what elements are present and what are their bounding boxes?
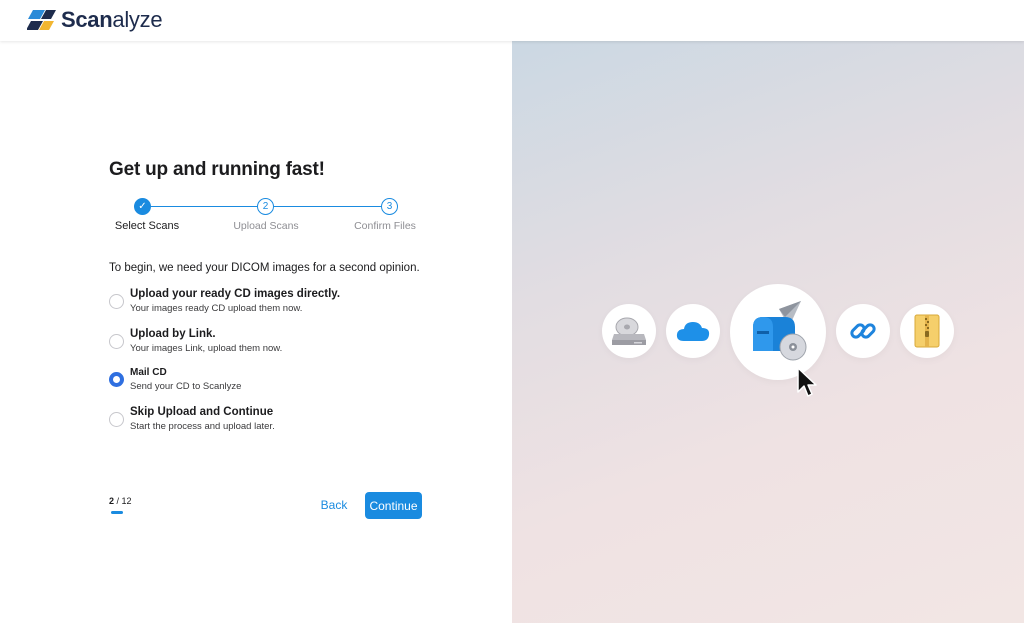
back-button[interactable]: Back [314,493,354,517]
page-counter: 2 / 12 [109,496,132,506]
radio-upload-link[interactable] [109,334,124,349]
step-connector-2 [274,206,382,207]
zip-folder-icon [900,304,954,358]
option-title: Skip Upload and Continue [130,406,274,418]
onboarding-panel: Get up and running fast! ✓ 2 3 Select Sc… [0,41,512,623]
step-1-label: Select Scans [114,220,180,232]
top-bar: Scanalyze [0,0,1024,41]
brand-name: Scanalyze [61,7,163,32]
page-title: Get up and running fast! [109,159,325,180]
step-2-label: Upload Scans [233,220,299,232]
link-icon [836,304,890,358]
intro-text: To begin, we need your DICOM images for … [109,262,420,274]
option-title: Upload your ready CD images directly. [130,288,341,300]
option-skip-upload[interactable]: Skip Upload and Continue Start the proce… [109,406,439,440]
radio-mail-cd[interactable] [109,372,124,387]
option-upload-cd[interactable]: Upload your ready CD images directly. Yo… [109,288,439,322]
step-3-dot[interactable]: 3 [381,198,398,215]
option-mail-cd[interactable]: Mail CD Send your CD to Scanlyze [109,366,439,400]
cloud-icon [666,304,720,358]
radio-skip-upload[interactable] [109,412,124,427]
stepper: ✓ 2 3 Select Scans Upload Scans Confirm … [109,198,419,238]
logo-icon [27,10,56,30]
cd-drive-icon [602,304,656,358]
step-2-dot[interactable]: 2 [257,198,274,215]
option-subtitle: Your images Link, upload them now. [130,343,283,354]
brand-logo[interactable]: Scanalyze [27,6,163,34]
option-upload-link[interactable]: Upload by Link. Your images Link, upload… [109,328,439,362]
illustration-panel [512,41,1024,623]
step-connector-1 [143,206,258,207]
option-subtitle: Your images ready CD upload them now. [130,303,303,314]
option-subtitle: Start the process and upload later. [130,421,275,432]
option-title: Upload by Link. [130,328,216,340]
step-3-label: Confirm Files [354,220,416,232]
option-title: Mail CD [130,367,167,378]
option-subtitle: Send your CD to Scanlyze [130,381,242,392]
step-1-check-icon[interactable]: ✓ [134,198,151,215]
cursor-icon [797,367,817,397]
radio-upload-cd[interactable] [109,294,124,309]
continue-button[interactable]: Continue [365,492,422,519]
page-progress-bar [111,511,123,514]
